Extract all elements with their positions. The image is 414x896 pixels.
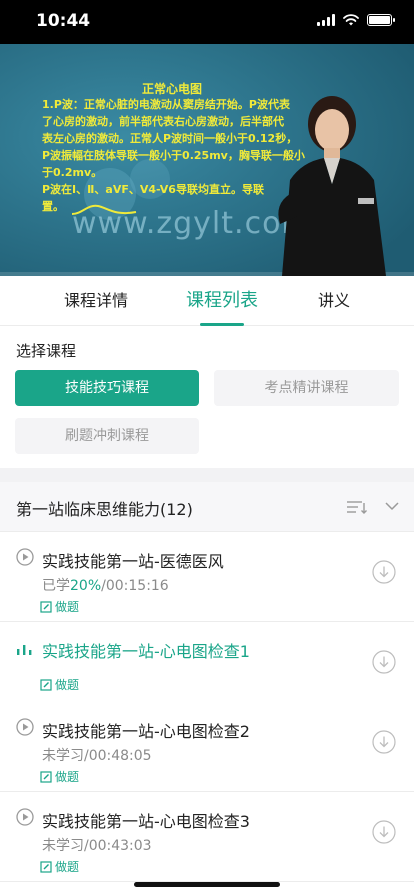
wifi-icon	[343, 14, 359, 26]
edit-icon	[40, 860, 52, 873]
lesson-item[interactable]: 实践技能第一站-心电图检查1 做题	[0, 622, 414, 712]
tab-course-details[interactable]: 课程详情	[64, 276, 128, 326]
video-player[interactable]: 正常心电图 1.P波：正常心脏的电激动从窦房结开始。P波代表 了心房的激动，前半…	[0, 44, 414, 276]
chevron-down-icon[interactable]	[384, 501, 400, 511]
select-course-heading: 选择课程	[16, 342, 77, 360]
download-icon[interactable]	[372, 560, 396, 584]
lesson-progress-prefix: 已学	[42, 578, 70, 594]
quiz-link[interactable]: 做题	[40, 768, 79, 785]
sort-icon[interactable]	[346, 499, 368, 515]
lesson-title: 实践技能第一站-医德医风	[42, 552, 224, 571]
option-key-points-course[interactable]: 考点精讲课程	[214, 370, 399, 406]
quiz-label: 做题	[55, 860, 80, 874]
signal-icon	[317, 14, 335, 26]
play-circle-icon	[16, 808, 34, 826]
lesson-progress: 未学习/00:48:05	[42, 748, 152, 764]
battery-icon	[367, 14, 395, 26]
edit-icon	[40, 678, 52, 691]
download-icon[interactable]	[372, 730, 396, 754]
quiz-link[interactable]: 做题	[40, 676, 79, 693]
chapter-title: 第一站临床思维能力(12)	[16, 500, 193, 519]
now-playing-icon	[17, 645, 32, 655]
chapter-header[interactable]: 第一站临床思维能力(12)	[0, 482, 414, 532]
lesson-item[interactable]: 实践技能第一站-医德医风 已学20%/00:15:16 做题	[0, 532, 414, 622]
slide-title: 正常心电图	[142, 82, 203, 96]
lesson-item[interactable]: 实践技能第一站-心电图检查2 未学习/00:48:05 做题	[0, 702, 414, 792]
play-circle-icon	[16, 548, 34, 566]
quiz-label: 做题	[55, 770, 80, 784]
lesson-progress-percent: 20%	[70, 578, 102, 594]
option-skills-course[interactable]: 技能技巧课程	[15, 370, 199, 406]
tab-handouts[interactable]: 讲义	[318, 276, 350, 326]
status-icons	[317, 14, 395, 26]
status-bar: 10:44	[0, 0, 414, 44]
quiz-label: 做题	[55, 600, 80, 614]
lesson-progress: 已学20%/00:15:16	[42, 575, 169, 595]
course-tabs: 课程详情 课程列表 讲义	[0, 276, 414, 326]
home-indicator[interactable]	[134, 882, 280, 887]
section-divider	[0, 468, 414, 482]
quiz-link[interactable]: 做题	[40, 858, 79, 875]
app-screen: 10:44 正常心电图 1.P波：正常心脏的电激动从窦房结开始。P波代表 了心房…	[0, 0, 414, 896]
presenter-image	[278, 96, 386, 276]
lesson-duration: /00:15:16	[101, 578, 169, 594]
quiz-link[interactable]: 做题	[40, 598, 79, 615]
tab-course-list[interactable]: 课程列表	[186, 276, 258, 326]
edit-icon	[40, 600, 52, 613]
course-selector: 选择课程 技能技巧课程 考点精讲课程 刷题冲刺课程	[0, 326, 414, 468]
download-icon[interactable]	[372, 650, 396, 674]
lesson-title: 实践技能第一站-心电图检查2	[42, 722, 250, 741]
lesson-item[interactable]: 实践技能第一站-心电图检查3 未学习/00:43:03 做题	[0, 792, 414, 882]
download-icon[interactable]	[372, 820, 396, 844]
option-practice-sprint-course[interactable]: 刷题冲刺课程	[15, 418, 199, 454]
lesson-progress: 未学习/00:43:03	[42, 838, 152, 854]
edit-icon	[40, 770, 52, 783]
quiz-label: 做题	[55, 678, 80, 692]
lesson-title: 实践技能第一站-心电图检查1	[42, 642, 250, 661]
play-circle-icon	[16, 718, 34, 736]
lesson-title: 实践技能第一站-心电图检查3	[42, 812, 250, 831]
status-time: 10:44	[36, 11, 91, 31]
